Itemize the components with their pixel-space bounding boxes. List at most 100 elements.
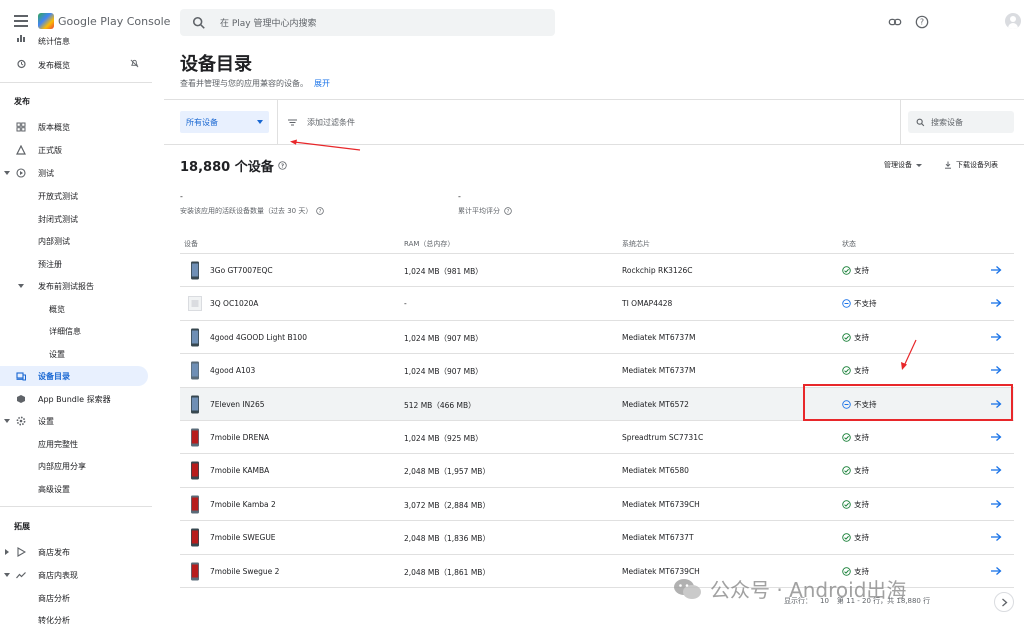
- status-badge: 支持: [842, 499, 869, 510]
- chevron-right-icon[interactable]: [4, 549, 10, 555]
- sidebar-item-store-presence[interactable]: 商店发布: [0, 542, 148, 562]
- help-icon[interactable]: ?: [316, 207, 325, 215]
- global-search-input[interactable]: 在 Play 管理中心内搜索: [180, 9, 555, 36]
- sidebar-item-store-performance[interactable]: 商店内表现: [0, 565, 148, 585]
- device-name[interactable]: 7mobile Kamba 2: [210, 500, 276, 509]
- sidebar-item-app-integrity[interactable]: 应用完整性: [0, 434, 148, 454]
- column-header-ram[interactable]: RAM（总内存）: [404, 239, 454, 249]
- sidebar-item-setup[interactable]: 设置: [0, 411, 148, 431]
- sidebar-item-label: 内部应用分享: [38, 461, 86, 471]
- status-text: 支持: [854, 466, 869, 476]
- arrow-right-icon[interactable]: [990, 332, 1002, 342]
- sidebar-item-report-details[interactable]: 详细信息: [0, 321, 148, 341]
- sidebar-item-report-overview[interactable]: 概览: [0, 299, 148, 319]
- next-page-button[interactable]: [994, 592, 1014, 612]
- chevron-down-icon[interactable]: [4, 170, 10, 176]
- sidebar-item-pre-launch-report[interactable]: 发布前测试报告: [0, 276, 148, 296]
- download-device-list-button[interactable]: 下载设备列表: [944, 160, 998, 170]
- column-header-soc[interactable]: 系统芯片: [622, 239, 650, 249]
- sidebar-item-closed-testing[interactable]: 封闭式测试: [0, 209, 148, 229]
- arrow-right-icon[interactable]: [990, 499, 1002, 509]
- table-row[interactable]: 7mobile SWEGUE 2,048 MB（1,836 MB） Mediatek…: [180, 521, 1014, 555]
- table-row[interactable]: 3Q OC1020A - TI OMAP4428 不支持: [180, 287, 1014, 321]
- chevron-down-icon[interactable]: [4, 572, 10, 578]
- manage-devices-label: 管理设备: [884, 161, 912, 169]
- sidebar-item-internal-testing[interactable]: 内部测试: [0, 231, 148, 251]
- account-avatar[interactable]: [1005, 13, 1021, 29]
- check-circle-icon: [842, 466, 851, 476]
- sidebar-item-internal-app-sharing[interactable]: 内部应用分享: [0, 456, 148, 476]
- production-icon: [16, 145, 26, 155]
- expand-link[interactable]: 展开: [314, 79, 330, 88]
- sidebar-item-app-bundle-explorer[interactable]: App Bundle 探索器: [0, 389, 148, 409]
- device-name[interactable]: 7mobile Swegue 2: [210, 567, 279, 576]
- device-name[interactable]: 3Q OC1020A: [210, 299, 258, 308]
- sidebar-item-production[interactable]: 正式版: [0, 140, 148, 160]
- sidebar-item-pre-registration[interactable]: 预注册: [0, 254, 148, 274]
- sidebar-item-label: 正式版: [38, 145, 62, 155]
- help-icon[interactable]: ?: [278, 161, 287, 170]
- table-row[interactable]: 4good A103 1,024 MB（907 MB） Mediatek MT673…: [180, 354, 1014, 388]
- soc-value: Spreadtrum SC7731C: [622, 432, 704, 442]
- device-name[interactable]: 4good 4GOOD Light B100: [210, 333, 307, 342]
- status-text: 支持: [854, 366, 869, 376]
- help-icon[interactable]: ?: [504, 207, 512, 215]
- device-filter-select[interactable]: 所有设备: [180, 111, 269, 133]
- device-name[interactable]: 7mobile DRENA: [210, 433, 269, 442]
- arrow-right-icon[interactable]: [990, 566, 1002, 576]
- table-row[interactable]: 7mobile DRENA 1,024 MB（925 MB） Spreadtrum …: [180, 421, 1014, 455]
- manage-devices-button[interactable]: 管理设备: [884, 160, 922, 170]
- device-name[interactable]: 7mobile KAMBA: [210, 466, 269, 475]
- sidebar-item-conversion-analysis[interactable]: 转化分析: [0, 610, 148, 630]
- device-filter-value: 所有设备: [186, 117, 218, 127]
- sidebar-item-open-testing[interactable]: 开放式测试: [0, 186, 148, 206]
- column-header-device[interactable]: 设备: [184, 239, 198, 249]
- device-name[interactable]: 7Eleven IN265: [210, 400, 265, 409]
- ram-value: 1,024 MB（981 MB）: [404, 267, 483, 276]
- device-name[interactable]: 3Go GT7007EQC: [210, 266, 273, 275]
- arrow-right-icon[interactable]: [990, 465, 1002, 475]
- soc-value: Mediatek MT6737M: [622, 332, 696, 342]
- sidebar-item-device-catalog[interactable]: 设备目录: [0, 366, 148, 386]
- sidebar-item-label: 内部测试: [38, 236, 70, 246]
- arrow-right-icon[interactable]: [990, 365, 1002, 375]
- stat-active-devices: - 安装该应用的活跃设备数量（过去 30 天） ?: [180, 192, 325, 216]
- sidebar-item-testing[interactable]: 测试: [0, 163, 148, 183]
- arrow-right-icon[interactable]: [990, 432, 1002, 442]
- sidebar-item-advanced-settings[interactable]: 高级设置: [0, 479, 148, 499]
- device-name[interactable]: 7mobile SWEGUE: [210, 533, 276, 542]
- stat-value: -: [458, 192, 461, 201]
- sidebar-item-label: 统计信息: [38, 37, 70, 46]
- status-badge: 支持: [842, 265, 869, 276]
- sidebar-section-release: 发布: [14, 97, 30, 106]
- annotation-highlight-box: [803, 384, 1013, 421]
- table-row[interactable]: 4good 4GOOD Light B100 1,024 MB（907 MB） Me…: [180, 321, 1014, 355]
- add-filter-label: 添加过滤条件: [307, 118, 355, 127]
- soc-value: Rockchip RK3126C: [622, 266, 693, 275]
- menu-icon[interactable]: [14, 15, 28, 27]
- chevron-down-icon[interactable]: [18, 283, 24, 289]
- annotation-arrow-icon: [901, 339, 917, 370]
- help-icon[interactable]: ?: [915, 15, 929, 29]
- column-header-status[interactable]: 状态: [842, 239, 856, 249]
- chevron-down-icon[interactable]: [4, 418, 10, 424]
- arrow-right-icon[interactable]: [990, 298, 1002, 308]
- arrow-right-icon[interactable]: [990, 532, 1002, 542]
- add-filter-button[interactable]: 添加过滤条件: [288, 117, 355, 128]
- sidebar-item-label: 商店分析: [38, 593, 70, 603]
- rows-per-page-select[interactable]: 10: [820, 597, 829, 605]
- table-row[interactable]: 3Go GT7007EQC 1,024 MB（981 MB） Rockchip RK…: [180, 254, 1014, 288]
- device-name[interactable]: 4good A103: [210, 366, 255, 375]
- arrow-right-icon[interactable]: [990, 265, 1002, 275]
- table-row[interactable]: 7mobile KAMBA 2,048 MB（1,957 MB） Mediatek …: [180, 454, 1014, 488]
- device-search-input[interactable]: 搜索设备: [908, 111, 1014, 133]
- brand[interactable]: Google Play Console: [38, 13, 170, 29]
- stat-label: 安装该应用的活跃设备数量（过去 30 天）: [180, 207, 313, 215]
- table-row[interactable]: 7mobile Kamba 2 3,072 MB（2,884 MB） Mediate…: [180, 488, 1014, 522]
- link-icon[interactable]: [888, 15, 902, 29]
- sidebar-item-releases-overview[interactable]: 版本概览: [0, 117, 148, 137]
- sidebar-item-store-analysis[interactable]: 商店分析: [0, 588, 148, 608]
- sidebar-item-release-overview[interactable]: 发布概览: [0, 54, 148, 74]
- sidebar-item-report-settings[interactable]: 设置: [0, 344, 148, 364]
- sidebar-item-statistics[interactable]: 统计信息: [0, 32, 148, 52]
